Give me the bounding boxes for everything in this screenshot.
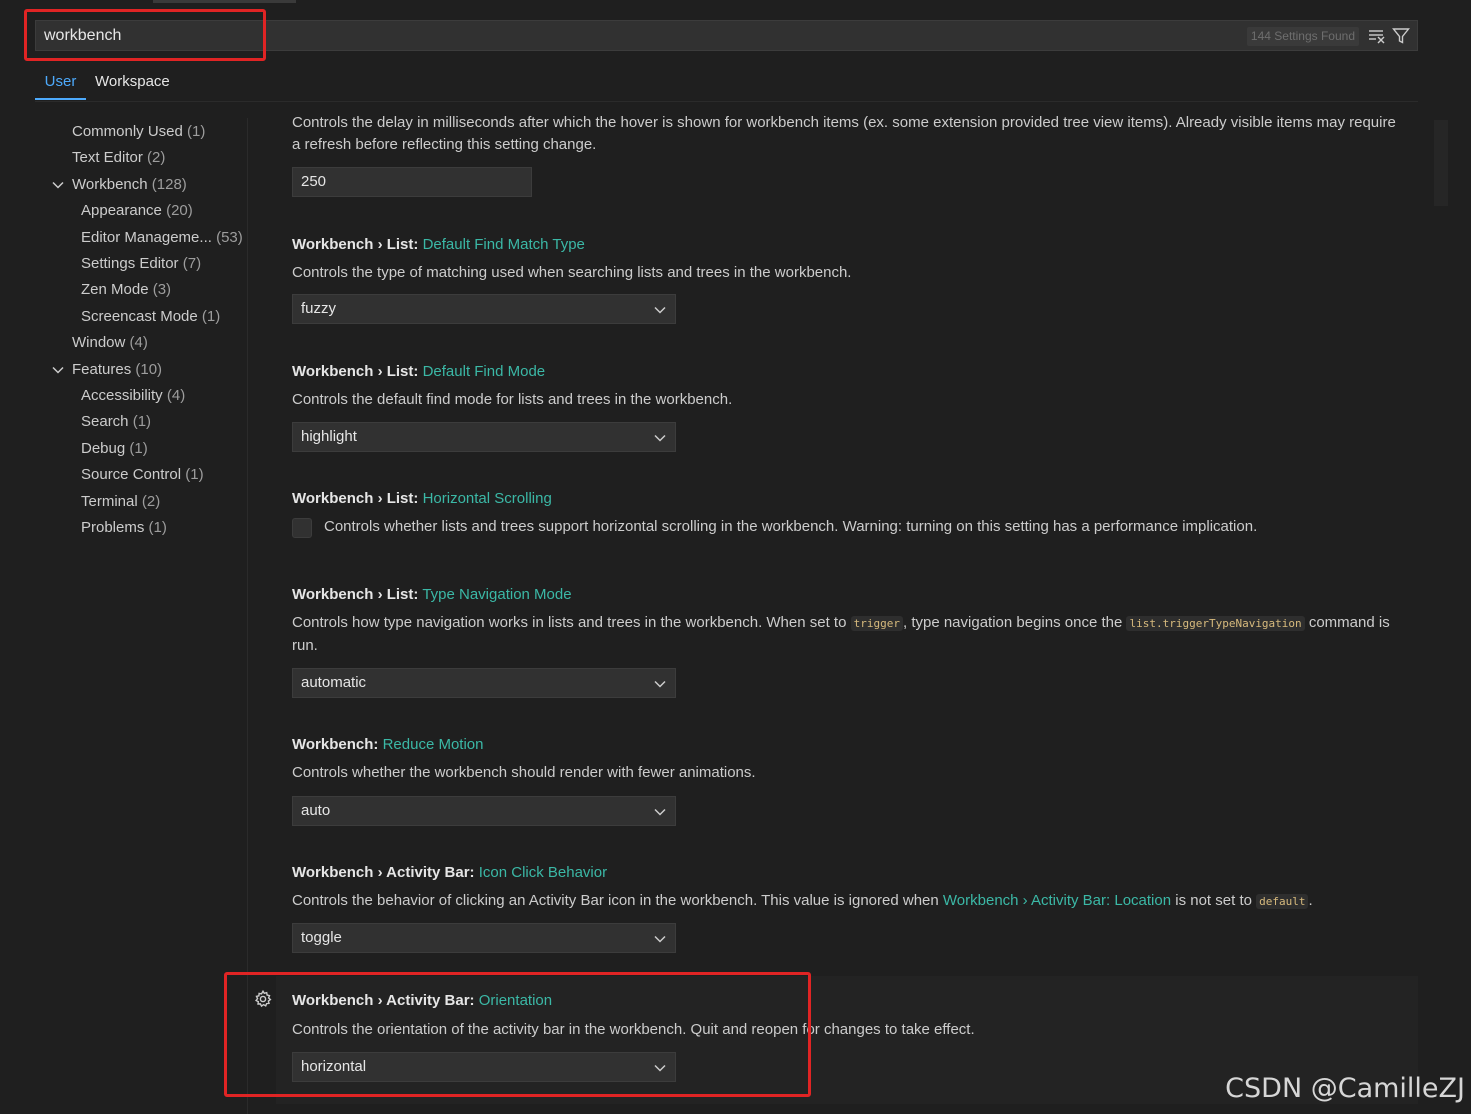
chevron-down-icon bbox=[654, 808, 666, 816]
settings-list: Controls the delay in milliseconds after… bbox=[248, 102, 1438, 1114]
chevron-down-icon bbox=[52, 366, 64, 374]
filter-icon[interactable] bbox=[1391, 26, 1411, 46]
setting-title: Workbench › List: Horizontal Scrolling bbox=[292, 490, 552, 507]
results-count-badge: 144 Settings Found bbox=[1246, 27, 1359, 46]
clear-filter-icon[interactable] bbox=[1367, 26, 1387, 46]
setting-title: Workbench: Reduce Motion bbox=[292, 736, 484, 753]
setting-type-navigation-mode: Workbench › List: Type Navigation Mode C… bbox=[276, 576, 1418, 701]
toc-item-appearance[interactable]: Appearance (20) bbox=[81, 198, 193, 224]
find-mode-select[interactable]: highlight bbox=[292, 422, 676, 452]
toc-item-search[interactable]: Search (1) bbox=[81, 409, 151, 435]
tab-user[interactable]: User bbox=[35, 66, 86, 100]
setting-reduce-motion: Workbench: Reduce Motion Controls whethe… bbox=[276, 726, 1418, 826]
chevron-down-icon bbox=[654, 306, 666, 314]
chevron-down-icon bbox=[654, 680, 666, 688]
chevron-down-icon bbox=[654, 1064, 666, 1072]
toc-item-text-editor[interactable]: Text Editor (2) bbox=[72, 145, 165, 171]
toc-item-commonly-used[interactable]: Commonly Used (1) bbox=[72, 119, 205, 145]
watermark: CSDN @CamilleZJ bbox=[1225, 1073, 1465, 1104]
toc-item-features[interactable]: Features (10) bbox=[52, 357, 162, 383]
horizontal-scrolling-checkbox[interactable] bbox=[292, 518, 312, 538]
setting-description: Controls how type navigation works in li… bbox=[292, 614, 1390, 654]
chevron-down-icon bbox=[654, 935, 666, 943]
editor-tab-indicator bbox=[153, 0, 296, 3]
setting-description: Controls the type of matching used when … bbox=[292, 264, 852, 281]
find-match-type-select[interactable]: fuzzy bbox=[292, 294, 676, 324]
code-default: default bbox=[1256, 894, 1309, 909]
setting-default-find-match-type: Workbench › List: Default Find Match Typ… bbox=[276, 226, 1418, 326]
vertical-scrollbar[interactable] bbox=[1434, 120, 1448, 206]
setting-title: Workbench › Activity Bar: Icon Click Beh… bbox=[292, 864, 608, 881]
setting-title: Workbench › List: Default Find Match Typ… bbox=[292, 236, 585, 253]
activity-bar-location-link[interactable]: Workbench › Activity Bar: Location bbox=[943, 892, 1171, 909]
hover-delay-input[interactable]: 250 bbox=[292, 167, 532, 197]
icon-click-behavior-select[interactable]: toggle bbox=[292, 923, 676, 953]
settings-search-input[interactable] bbox=[44, 25, 1224, 47]
toc-item-workbench[interactable]: Workbench (128) bbox=[52, 172, 187, 198]
setting-description: Controls whether lists and trees support… bbox=[324, 518, 1258, 535]
gear-icon[interactable] bbox=[253, 989, 273, 1009]
setting-description: Controls the delay in milliseconds after… bbox=[292, 114, 1396, 153]
toc-item-terminal[interactable]: Terminal (2) bbox=[81, 489, 160, 515]
setting-title: Workbench › List: Default Find Mode bbox=[292, 363, 546, 380]
setting-description: Controls the behavior of clicking an Act… bbox=[292, 892, 1313, 909]
toc-item-editor-management[interactable]: Editor Manageme... (53) bbox=[81, 225, 243, 251]
chevron-down-icon bbox=[52, 181, 64, 189]
code-trigger: trigger bbox=[850, 616, 903, 631]
code-list-trigger-type-navigation: list.triggerTypeNavigation bbox=[1126, 616, 1305, 631]
setting-description: Controls the default find mode for lists… bbox=[292, 391, 733, 408]
tab-workspace[interactable]: Workspace bbox=[95, 66, 185, 100]
toc-item-window[interactable]: Window (4) bbox=[72, 330, 148, 356]
toc-item-source-control[interactable]: Source Control (1) bbox=[81, 462, 204, 488]
setting-title: Workbench › List: Type Navigation Mode bbox=[292, 586, 572, 603]
setting-hover-delay: Controls the delay in milliseconds after… bbox=[276, 110, 1418, 200]
setting-title: Workbench › Activity Bar: Orientation bbox=[292, 992, 553, 1009]
chevron-down-icon bbox=[654, 434, 666, 442]
toc-item-problems[interactable]: Problems (1) bbox=[81, 515, 167, 541]
setting-horizontal-scrolling: Workbench › List: Horizontal Scrolling C… bbox=[276, 480, 1418, 560]
setting-description: Controls whether the workbench should re… bbox=[292, 764, 756, 781]
toc-item-zen-mode[interactable]: Zen Mode (3) bbox=[81, 277, 171, 303]
settings-search-bar: 144 Settings Found bbox=[35, 20, 1418, 51]
setting-icon-click-behavior: Workbench › Activity Bar: Icon Click Beh… bbox=[276, 854, 1418, 954]
activity-bar-orientation-select[interactable]: horizontal bbox=[292, 1052, 676, 1082]
toc-item-screencast-mode[interactable]: Screencast Mode (1) bbox=[81, 304, 220, 330]
toc-item-accessibility[interactable]: Accessibility (4) bbox=[81, 383, 185, 409]
reduce-motion-select[interactable]: auto bbox=[292, 796, 676, 826]
toc-item-settings-editor[interactable]: Settings Editor (7) bbox=[81, 251, 201, 277]
setting-default-find-mode: Workbench › List: Default Find Mode Cont… bbox=[276, 353, 1418, 453]
setting-description: Controls the orientation of the activity… bbox=[292, 1021, 975, 1038]
toc-item-debug[interactable]: Debug (1) bbox=[81, 436, 148, 462]
type-navigation-mode-select[interactable]: automatic bbox=[292, 668, 676, 698]
